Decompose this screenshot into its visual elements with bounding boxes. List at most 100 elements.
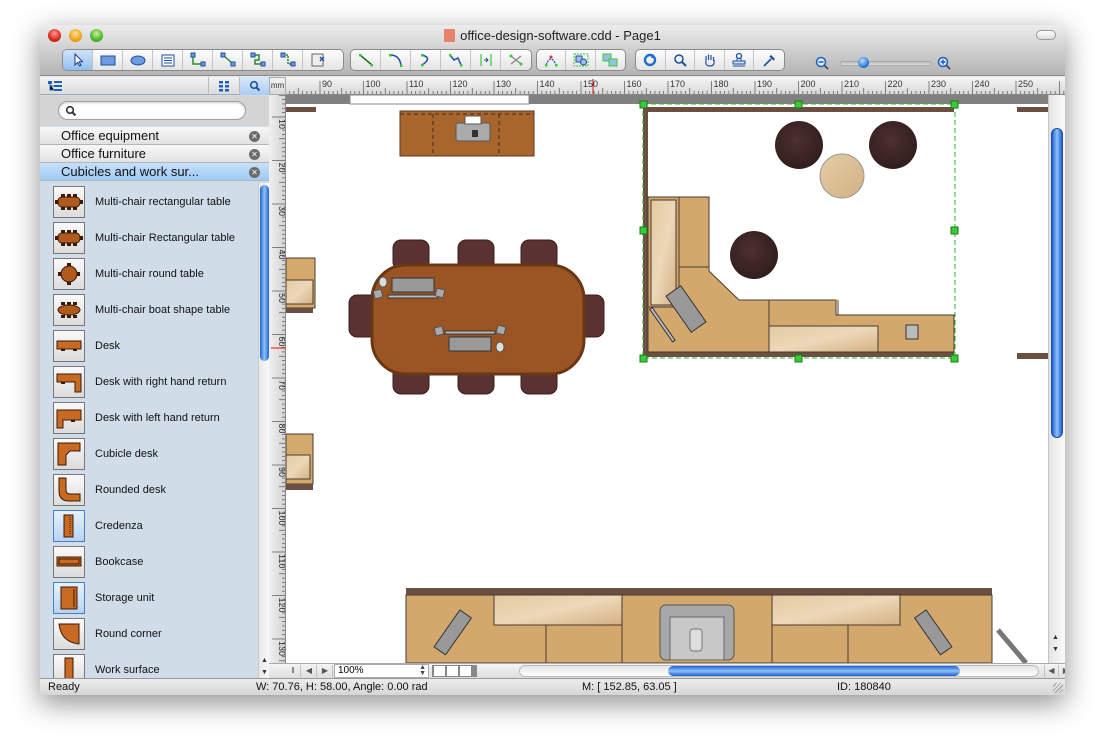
- library-item[interactable]: Multi-chair boat shape table: [40, 291, 258, 327]
- scroll-up-arrow[interactable]: ▲: [260, 657, 269, 667]
- fax-table[interactable]: [399, 110, 535, 157]
- line-icon: [358, 54, 373, 67]
- window-title: office-design-software.cdd - Page1: [40, 28, 1065, 43]
- library-item[interactable]: Multi-chair round table: [40, 255, 258, 291]
- zoom-in-icon[interactable]: [937, 56, 951, 70]
- library-search-input[interactable]: [81, 104, 236, 118]
- spline-tool-button[interactable]: [441, 50, 471, 70]
- zoom-stepper[interactable]: ▲ ▼: [419, 664, 426, 677]
- library-tree-button[interactable]: [40, 77, 70, 95]
- library-item[interactable]: Storage unit: [40, 579, 258, 615]
- library-item[interactable]: Rounded desk: [40, 471, 258, 507]
- pointer-tool-button[interactable]: [63, 50, 93, 70]
- scroll-left-arrow[interactable]: ◀: [1044, 665, 1059, 677]
- format-painter-button[interactable]: [754, 50, 784, 70]
- left-credenza-bottom[interactable]: [286, 433, 314, 490]
- delete-connection-button[interactable]: [303, 50, 333, 70]
- library-item[interactable]: Credenza: [40, 507, 258, 543]
- bookcase-icon: [53, 546, 85, 578]
- group-button[interactable]: [566, 50, 596, 70]
- split-tool-button[interactable]: [471, 50, 501, 70]
- rectangle-tool-button[interactable]: [93, 50, 123, 70]
- left-credenza-top[interactable]: [286, 257, 316, 313]
- library-item-label: Desk with right hand return: [95, 376, 227, 388]
- library-item[interactable]: Desk with right hand return: [40, 363, 258, 399]
- next-page-button[interactable]: ▶: [318, 665, 333, 677]
- resize-grip[interactable]: [1053, 683, 1063, 693]
- rotate-button[interactable]: [636, 50, 666, 70]
- status-bar: Ready W: 70.76, H: 58.00, Angle: 0.00 ra…: [40, 678, 1065, 695]
- library-panel: Office equipment ✕ Office furniture ✕ Cubi…: [40, 77, 269, 681]
- page-view-buttons[interactable]: [432, 665, 477, 677]
- library-item-label: Rounded desk: [95, 484, 166, 496]
- line-tool-button[interactable]: [351, 50, 381, 70]
- conference-table[interactable]: [348, 239, 605, 395]
- scroll-right-arrow[interactable]: ▶: [1059, 665, 1065, 677]
- library-item[interactable]: Cubicle desk: [40, 435, 258, 471]
- cut-tool-button[interactable]: [501, 50, 531, 70]
- canvas-bottom-bar: ‖ ◀ ▶ 100% ▲▼ ◀ ▶: [269, 663, 1065, 678]
- close-category-icon[interactable]: ✕: [249, 167, 260, 178]
- horizontal-scroll-thumb[interactable]: [668, 666, 960, 676]
- ruler-label: 210: [844, 79, 859, 89]
- arc-tool-button[interactable]: [381, 50, 411, 70]
- ungroup-button[interactable]: [596, 50, 625, 70]
- scroll-up-arrow[interactable]: ▲: [1052, 634, 1059, 641]
- split-handle[interactable]: ‖: [286, 665, 301, 677]
- library-item[interactable]: Multi-chair Rectangular table: [40, 219, 258, 255]
- stamp-tool-button[interactable]: [725, 50, 755, 70]
- vertical-ruler-ticks: 10 20 30 40 50 60 70 80 90 100 110 120 130: [271, 95, 286, 662]
- drawing-canvas[interactable]: [286, 95, 1048, 663]
- library-item[interactable]: Round corner: [40, 615, 258, 651]
- pan-tool-button[interactable]: [695, 50, 725, 70]
- canvas-vertical-scrollbar[interactable]: ▲ ▼: [1048, 95, 1065, 663]
- category-office-furniture[interactable]: Office furniture ✕: [40, 145, 269, 163]
- library-item[interactable]: Desk: [40, 327, 258, 363]
- round-connector-button[interactable]: [273, 50, 303, 70]
- zoom-out-icon[interactable]: [815, 56, 829, 70]
- bezier-tool-button[interactable]: [411, 50, 441, 70]
- smart-connector-button[interactable]: [243, 50, 273, 70]
- ellipse-tool-button[interactable]: [123, 50, 153, 70]
- close-category-icon[interactable]: ✕: [249, 149, 260, 160]
- direct-connector-button[interactable]: [213, 50, 243, 70]
- zoom-slider-track[interactable]: [840, 61, 932, 66]
- toolbar-toggle-button[interactable]: [1036, 30, 1056, 40]
- vertical-ruler: 10 20 30 40 50 60 70 80 90 100 110 120 130: [269, 95, 286, 663]
- zoom-tool-button[interactable]: [666, 50, 696, 70]
- category-office-equipment[interactable]: Office equipment ✕: [40, 127, 269, 145]
- library-item[interactable]: Multi-chair rectangular table: [40, 183, 258, 219]
- ruler-unit[interactable]: mm: [269, 77, 286, 95]
- category-cubicles[interactable]: Cubicles and work sur... ✕: [40, 163, 269, 181]
- selected-cubicle[interactable]: [639, 100, 959, 363]
- vertical-scroll-thumb[interactable]: [1051, 128, 1063, 438]
- library-search-toggle[interactable]: [239, 77, 269, 95]
- library-search-field[interactable]: [58, 101, 246, 120]
- arc-icon: [388, 54, 402, 67]
- bottom-cubicle-row[interactable]: [405, 588, 1028, 663]
- library-item[interactable]: Work surface: [40, 651, 258, 681]
- library-scroll-thumb[interactable]: [260, 185, 269, 361]
- orthogonal-connector-button[interactable]: [183, 50, 213, 70]
- library-scrollbar[interactable]: ▲ ▼: [258, 183, 269, 681]
- canvas-horizontal-scrollbar[interactable]: [519, 665, 1039, 677]
- previous-page-button[interactable]: ◀: [302, 665, 317, 677]
- text-tool-button[interactable]: [153, 50, 183, 70]
- library-grid-button[interactable]: [208, 77, 238, 95]
- zoom-slider-thumb[interactable]: [858, 57, 869, 68]
- ruler-label: 110: [277, 554, 286, 568]
- ruler-label: 60: [277, 337, 286, 347]
- scroll-down-arrow[interactable]: ▼: [1052, 646, 1059, 653]
- ruler-label: 90: [277, 467, 286, 477]
- library-item-label: Credenza: [95, 520, 143, 532]
- close-category-icon[interactable]: ✕: [249, 131, 260, 142]
- rect-table-icon: [53, 186, 85, 218]
- edit-points-button[interactable]: [537, 50, 567, 70]
- library-item[interactable]: Bookcase: [40, 543, 258, 579]
- ruler-label: 170: [670, 79, 685, 89]
- rectangle-icon: [100, 55, 115, 66]
- library-item[interactable]: Desk with left hand return: [40, 399, 258, 435]
- zoom-level-field[interactable]: 100% ▲ ▼: [334, 664, 429, 678]
- category-label: Cubicles and work sur...: [61, 164, 200, 179]
- rounded-desk-icon: [53, 474, 85, 506]
